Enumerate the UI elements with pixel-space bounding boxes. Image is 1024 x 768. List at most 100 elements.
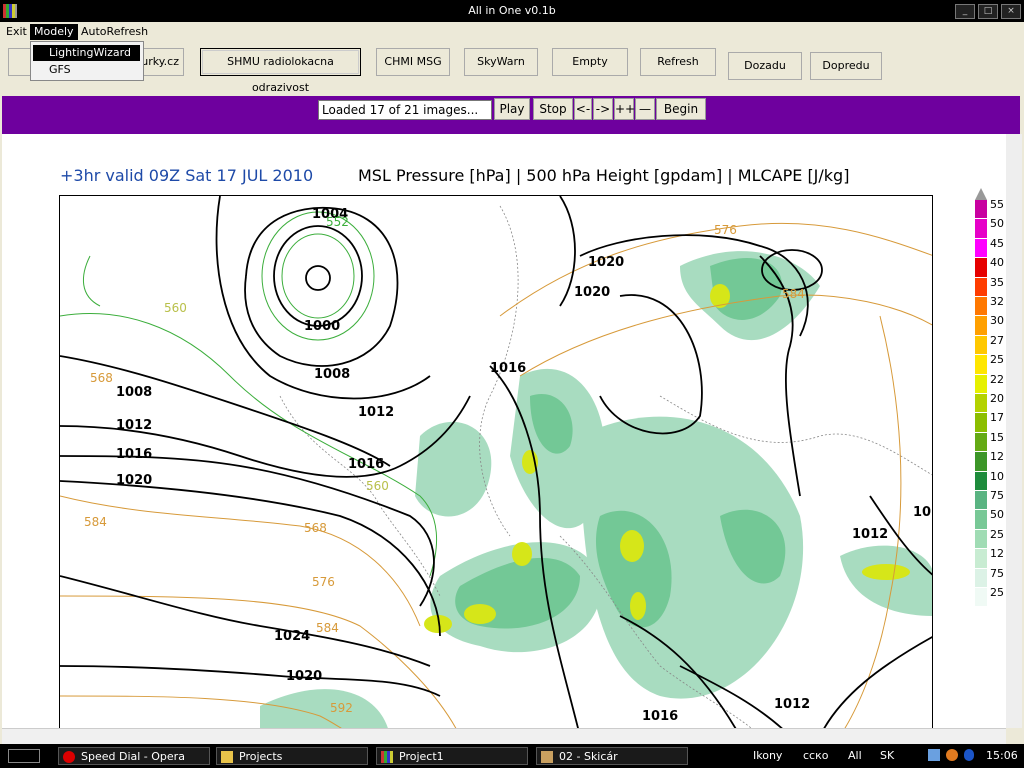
pressure-label: 1020 <box>574 285 610 300</box>
pressure-label: 1016 <box>642 709 678 724</box>
faster-button[interactable]: ++ <box>614 98 635 120</box>
clock: 15:06 <box>986 749 1018 762</box>
minimize-button[interactable]: _ <box>955 4 975 19</box>
height-label: 584 <box>782 287 805 301</box>
colorbar-label: 35 <box>990 275 1004 289</box>
tray-app-icon[interactable] <box>946 749 958 761</box>
map-svg: 1004 1000 1008 1012 1008 1012 1016 1020 … <box>60 196 933 728</box>
colorbar-segment <box>975 297 987 317</box>
pressure-label: 1020 <box>116 473 152 488</box>
menu-bar: Exit Modely AutoRefresh <box>0 22 1024 41</box>
colorbar-segment <box>975 200 987 220</box>
colorbar-label: 20 <box>990 392 1004 405</box>
pressure-label: 1012 <box>852 527 888 542</box>
pressure-label: 1020 <box>286 669 322 684</box>
colorbar-segment <box>975 568 987 588</box>
colorbar-label: 15 <box>990 430 1004 444</box>
colorbar-label: 12 <box>990 547 1004 561</box>
colorbar-label: 25 <box>990 586 1004 599</box>
toolbar-button-refresh[interactable]: Refresh <box>640 48 716 76</box>
colorbar-label: 55 <box>990 198 1004 211</box>
toolbar-ikony[interactable]: Ikony <box>753 749 782 762</box>
taskbar-label: Projects <box>239 750 283 763</box>
colorbar-label: 10 <box>990 469 1004 483</box>
height-label: 576 <box>714 223 737 237</box>
colorbar-segment <box>975 316 987 336</box>
taskbar-item-projects[interactable]: Projects <box>216 747 368 765</box>
opera-icon <box>63 751 75 763</box>
close-button[interactable]: × <box>1001 4 1021 19</box>
taskbar-item-opera[interactable]: Speed Dial - Opera <box>58 747 210 765</box>
prev-frame-button[interactable]: <- <box>574 98 592 120</box>
height-label: 584 <box>316 621 339 635</box>
forecast-map: 1004 1000 1008 1012 1008 1012 1016 1020 … <box>59 195 933 728</box>
height-label: 560 <box>164 301 187 315</box>
map-valid-time: +3hr valid 09Z Sat 17 JUL 2010 <box>60 166 314 185</box>
next-frame-button[interactable]: -> <box>593 98 613 120</box>
colorbar-segment <box>975 219 987 239</box>
colorbar-label: 50 <box>990 217 1004 231</box>
colorbar-segment <box>975 374 987 394</box>
menu-modely[interactable]: Modely <box>30 24 78 40</box>
colorbar-segment <box>975 529 987 550</box>
toolbar-button-skywarn[interactable]: SkyWarn <box>464 48 538 76</box>
window-title: All in One v0.1b <box>468 4 556 17</box>
colorbar-label: 17 <box>990 411 1004 425</box>
colorbar-label: 27 <box>990 333 1004 347</box>
colorbar-label: 50 <box>990 508 1004 522</box>
colorbar-max-arrow <box>975 188 987 200</box>
pressure-label: 1024 <box>274 629 310 644</box>
cape-colorbar: 55 50 45 40 35 32 30 27 25 22 20 17 15 12 10 75 50 25 12 75… <box>975 188 1004 728</box>
modely-dropdown: LightingWizard GFS <box>30 41 144 81</box>
colorbar-label: 32 <box>990 295 1004 308</box>
title-bar: All in One v0.1b _ □ × <box>0 0 1024 22</box>
stop-button[interactable]: Stop <box>533 98 573 120</box>
vertical-scrollbar[interactable] <box>1006 134 1022 728</box>
height-label: 568 <box>90 371 113 385</box>
pressure-label: 1000 <box>304 319 340 334</box>
colorbar-segment <box>975 491 987 511</box>
toolbar-button-empty[interactable]: Empty <box>552 48 628 76</box>
toolbar-button-shmu[interactable]: SHMU radiolokacna odrazivost <box>200 48 361 94</box>
height-label: 552 <box>326 215 349 229</box>
network-icon[interactable] <box>928 749 940 761</box>
horizontal-scrollbar[interactable] <box>2 728 1006 745</box>
taskbar-item-project1[interactable]: Project1 <box>376 747 528 765</box>
begin-button[interactable]: Begin <box>656 98 706 120</box>
toolbar-all[interactable]: All <box>848 749 862 762</box>
colorbar-label: 22 <box>990 372 1004 386</box>
colorbar-segment <box>975 355 987 375</box>
menu-exit[interactable]: Exit <box>2 24 31 40</box>
menu-item-lightingwizard[interactable]: LightingWizard <box>33 45 140 61</box>
colorbar-label: 25 <box>990 527 1004 541</box>
height-label: 584 <box>84 515 107 529</box>
cape-shading <box>260 251 932 728</box>
toolbar-button-dozadu[interactable]: Dozadu <box>728 52 802 80</box>
map-image-area: +3hr valid 09Z Sat 17 JUL 2010 MSL Press… <box>2 134 1006 728</box>
colorbar-segment <box>975 510 987 530</box>
taskbar: Speed Dial - Opera Projects Project1 02 … <box>0 744 1024 768</box>
taskbar-label: Project1 <box>399 750 444 763</box>
pressure-label: 1012 <box>774 697 810 712</box>
height-label: 592 <box>330 701 353 715</box>
bluetooth-icon[interactable] <box>964 749 974 761</box>
app-icon <box>381 751 393 763</box>
toolbar-cсko[interactable]: cско <box>803 749 828 762</box>
colorbar-segment <box>975 335 987 356</box>
colorbar-segment <box>975 394 987 414</box>
paint-icon <box>541 751 553 763</box>
show-desktop-icon[interactable] <box>8 749 40 763</box>
play-button[interactable]: Play <box>494 98 530 120</box>
menu-autorefresh[interactable]: AutoRefresh <box>77 24 152 40</box>
map-title: MSL Pressure [hPa] | 500 hPa Height [gpd… <box>358 166 850 185</box>
toolbar-button-chmi-msg[interactable]: CHMI MSG <box>376 48 450 76</box>
menu-item-gfs[interactable]: GFS <box>33 62 140 78</box>
colorbar-segment <box>975 549 987 569</box>
slower-button[interactable]: — <box>635 98 655 120</box>
language-indicator[interactable]: SK <box>880 749 894 762</box>
pressure-label: 101 <box>913 505 933 520</box>
maximize-button[interactable]: □ <box>978 4 998 19</box>
colorbar-label: 45 <box>990 236 1004 250</box>
taskbar-item-skicar[interactable]: 02 - Skicár <box>536 747 688 765</box>
toolbar-button-dopredu[interactable]: Dopredu <box>810 52 882 80</box>
